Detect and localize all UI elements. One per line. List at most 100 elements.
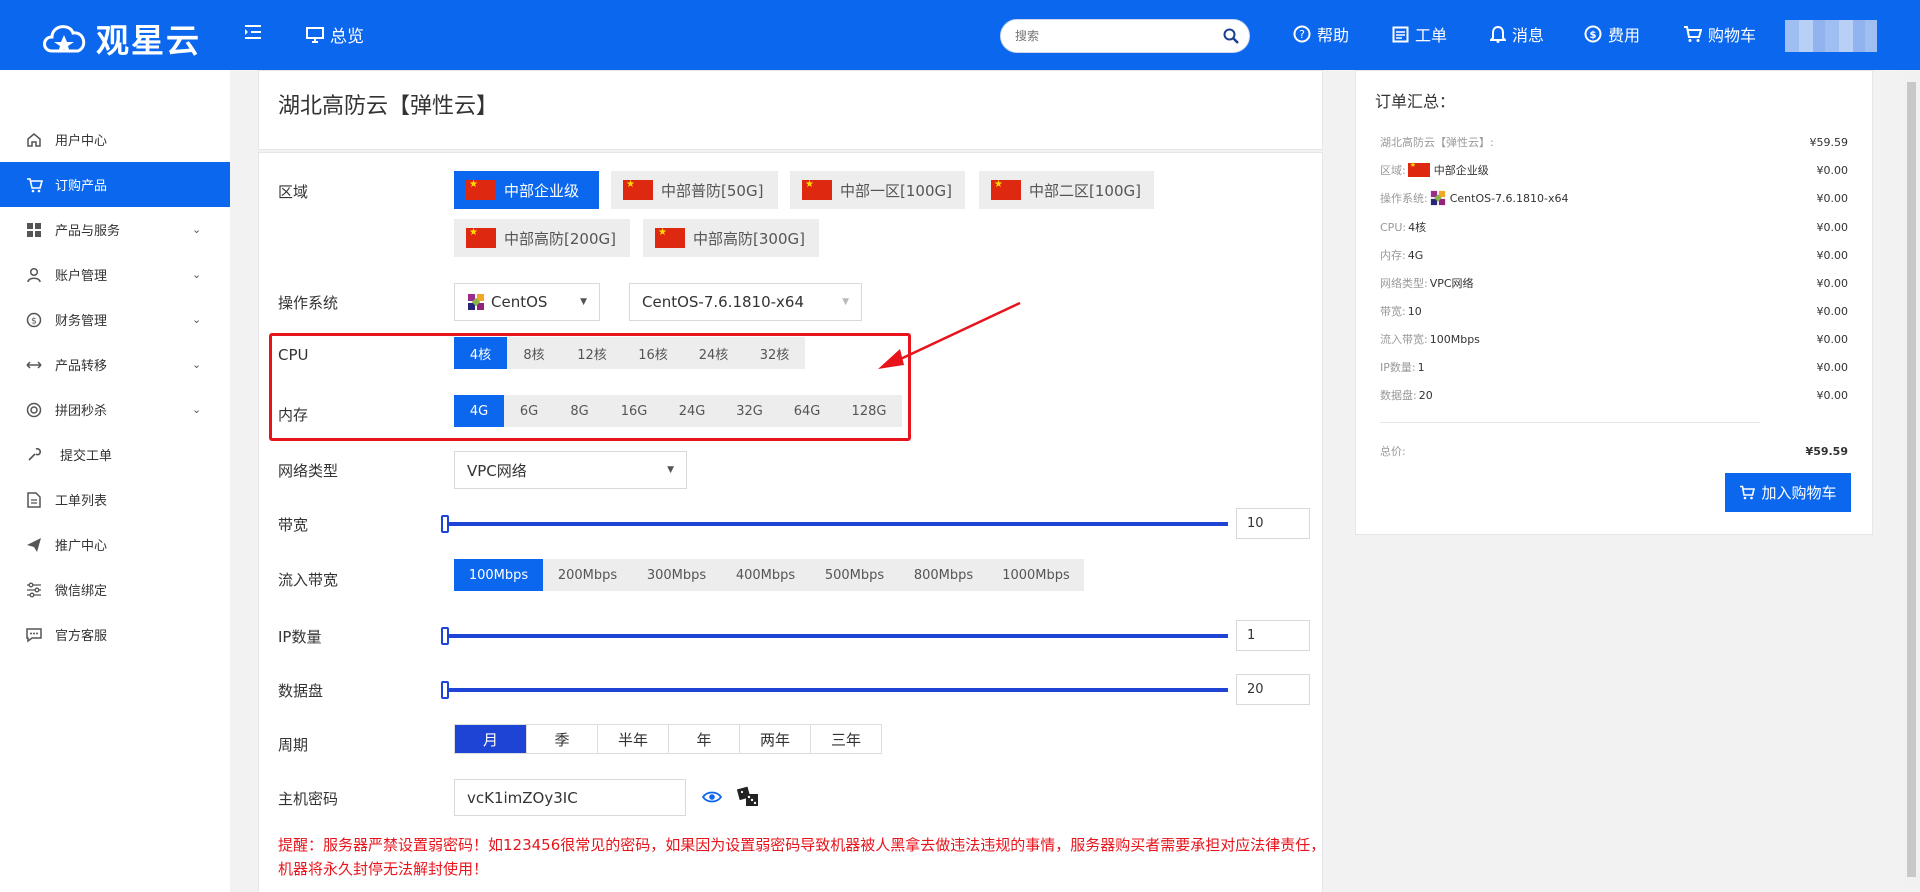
- nav-help[interactable]: ? 帮助: [1293, 22, 1349, 46]
- caret-down-icon: ▼: [842, 297, 849, 307]
- sidebar-item-account[interactable]: 账户管理 ⌄: [0, 252, 230, 297]
- user-avatar[interactable]: [1785, 20, 1877, 52]
- nav-billing[interactable]: $ 费用: [1584, 22, 1640, 46]
- inbound-option[interactable]: 800Mbps: [899, 559, 988, 591]
- dice-random-icon[interactable]: [736, 786, 760, 808]
- chevron-down-icon: ⌄: [192, 358, 202, 371]
- bandwidth-label: 带宽: [278, 516, 309, 534]
- slider-handle[interactable]: [441, 681, 449, 699]
- cart-icon: [1740, 485, 1756, 500]
- dollar-icon: $: [25, 311, 43, 329]
- logo[interactable]: 观星云: [40, 14, 201, 62]
- sidebar-item-ticket-list[interactable]: 工单列表: [0, 477, 230, 522]
- menu-fold-icon[interactable]: [244, 24, 262, 45]
- bandwidth-input[interactable]: 10: [1236, 508, 1310, 539]
- region-option-central-enterprise[interactable]: 中部企业级: [454, 171, 599, 209]
- china-flag-icon: [802, 179, 832, 200]
- summary-row: IP数量: 1 ¥0.00: [1380, 360, 1848, 375]
- password-field[interactable]: vcK1imZOy3IC: [454, 779, 686, 816]
- period-option[interactable]: 三年: [810, 725, 881, 753]
- send-icon: [25, 536, 43, 554]
- sidebar-item-promotion[interactable]: 推广中心: [0, 522, 230, 567]
- data-disk-input[interactable]: 20: [1236, 674, 1310, 705]
- logo-text: 观星云: [96, 21, 201, 60]
- sidebar-item-finance[interactable]: $ 财务管理 ⌄: [0, 297, 230, 342]
- inbound-option[interactable]: 500Mbps: [810, 559, 899, 591]
- target-icon: [25, 401, 43, 419]
- sidebar-item-wechat[interactable]: 微信绑定: [0, 567, 230, 612]
- os-family-select[interactable]: CentOS ▼: [454, 283, 600, 321]
- eye-icon[interactable]: [702, 789, 722, 805]
- transfer-icon: [25, 356, 43, 374]
- slider-handle[interactable]: [441, 515, 449, 533]
- sidebar-item-submit-ticket[interactable]: 提交工单: [0, 432, 230, 477]
- add-to-cart-button[interactable]: 加入购物车: [1725, 473, 1851, 512]
- china-flag-icon: [466, 227, 496, 248]
- annotation-arrow: [878, 301, 1021, 369]
- sliders-icon: [25, 581, 43, 599]
- page-scrollbar[interactable]: [1903, 70, 1920, 892]
- ticket-icon: [1392, 26, 1409, 42]
- slider-handle[interactable]: [441, 627, 449, 645]
- help-icon: ?: [1293, 25, 1311, 43]
- period-label: 周期: [278, 736, 309, 754]
- cloud-logo-icon: [43, 25, 86, 53]
- period-option[interactable]: 半年: [597, 725, 668, 753]
- region-option-central-200g[interactable]: 中部高防[200G]: [454, 219, 630, 257]
- nav-cart[interactable]: 购物车: [1683, 22, 1756, 46]
- data-disk-slider[interactable]: [441, 681, 1228, 699]
- inbound-option[interactable]: 100Mbps: [454, 559, 543, 591]
- period-option[interactable]: 季: [526, 725, 597, 753]
- caret-down-icon: ▼: [580, 297, 587, 307]
- grid-icon: [25, 221, 43, 239]
- network-label: 网络类型: [278, 462, 339, 480]
- inbound-option[interactable]: 1000Mbps: [988, 559, 1084, 591]
- period-option[interactable]: 两年: [739, 725, 810, 753]
- monitor-icon: [306, 26, 324, 43]
- scrollbar-thumb[interactable]: [1907, 82, 1916, 877]
- network-type-select[interactable]: VPC网络 ▼: [454, 451, 687, 489]
- bandwidth-slider[interactable]: [441, 515, 1228, 533]
- inbound-option[interactable]: 200Mbps: [543, 559, 632, 591]
- chat-icon: [25, 626, 43, 644]
- centos-icon: [1430, 190, 1445, 206]
- sidebar-item-order-products[interactable]: 订购产品: [0, 162, 230, 207]
- wrench-icon: [25, 446, 43, 464]
- china-flag-icon: [466, 179, 496, 200]
- nav-overview[interactable]: 总览: [306, 22, 364, 47]
- summary-row: 数据盘: 20 ¥0.00: [1380, 388, 1848, 403]
- search-input[interactable]: [1015, 29, 1215, 43]
- ip-count-input[interactable]: 1: [1236, 620, 1310, 651]
- inbound-bandwidth-options: 100Mbps 200Mbps 300Mbps 400Mbps 500Mbps …: [454, 559, 1084, 591]
- sidebar-item-products-services[interactable]: 产品与服务 ⌄: [0, 207, 230, 252]
- period-option[interactable]: 年: [668, 725, 739, 753]
- sidebar-item-user-center[interactable]: 用户中心: [0, 117, 230, 162]
- search-icon[interactable]: [1223, 28, 1239, 44]
- region-option-central-300g[interactable]: 中部高防[300G]: [643, 219, 819, 257]
- period-option[interactable]: 月: [455, 725, 526, 753]
- region-option-central-50g[interactable]: 中部普防[50G]: [611, 171, 778, 209]
- sidebar-item-transfer[interactable]: 产品转移 ⌄: [0, 342, 230, 387]
- summary-row: 网络类型: VPC网络 ¥0.00: [1380, 276, 1848, 291]
- inbound-option[interactable]: 300Mbps: [632, 559, 721, 591]
- search-box[interactable]: [1000, 19, 1250, 53]
- svg-text:?: ?: [1299, 28, 1305, 41]
- sidebar-item-group-buy[interactable]: 拼团秒杀 ⌄: [0, 387, 230, 432]
- inbound-option[interactable]: 400Mbps: [721, 559, 810, 591]
- summary-total-row: 总价: ¥59.59: [1380, 444, 1848, 459]
- summary-divider: [1380, 422, 1760, 423]
- os-version-select[interactable]: CentOS-7.6.1810-x64 ▼: [629, 283, 862, 321]
- region-option-central-zone2[interactable]: 中部二区[100G]: [979, 171, 1154, 209]
- ip-count-slider[interactable]: [441, 627, 1228, 645]
- nav-messages[interactable]: 消息: [1490, 22, 1544, 46]
- data-disk-label: 数据盘: [278, 682, 324, 700]
- svg-text:$: $: [31, 316, 37, 326]
- svg-text:$: $: [1590, 30, 1597, 41]
- nav-ticket[interactable]: 工单: [1392, 22, 1447, 46]
- weak-password-warning: 提醒：服务器严禁设置弱密码！如123456很常见的密码，如果因为设置弱密码导致机…: [278, 836, 1326, 878]
- china-flag-icon: [623, 179, 653, 200]
- summary-row: 湖北高防云【弹性云】: ¥59.59: [1380, 135, 1848, 150]
- sidebar-item-support[interactable]: 官方客服: [0, 612, 230, 657]
- inbound-bandwidth-label: 流入带宽: [278, 571, 339, 589]
- region-option-central-zone1[interactable]: 中部一区[100G]: [790, 171, 965, 209]
